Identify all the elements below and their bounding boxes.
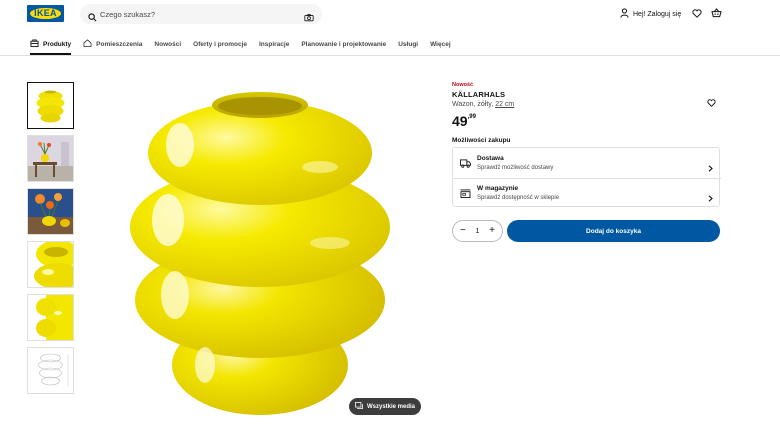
- size-link[interactable]: 22 cm: [495, 101, 514, 108]
- product-description: Wazon, żółty, 22 cm: [452, 101, 514, 108]
- nav-item-inspiracje[interactable]: Inspiracje: [259, 41, 289, 48]
- truck-icon: [460, 155, 471, 173]
- purchase-options-title: Możliwości zakupu: [452, 137, 511, 144]
- thumbnail-5[interactable]: [27, 294, 74, 341]
- heart-icon: [692, 5, 702, 23]
- add-to-cart-button[interactable]: Dodaj do koszyka: [507, 220, 720, 242]
- cart-icon: [711, 5, 722, 23]
- nav-item-oferty[interactable]: Oferty i promocje: [193, 41, 247, 48]
- quantity-value: 1: [475, 227, 480, 235]
- delivery-option[interactable]: Dostawa Sprawdź możliwość dostawy: [453, 148, 721, 178]
- delivery-title: Dostawa: [477, 155, 504, 162]
- thumbnail-3[interactable]: [27, 188, 74, 235]
- logo-text: IKEA: [34, 8, 57, 18]
- chevron-right-icon: [708, 159, 713, 177]
- thumbnail-1[interactable]: [27, 82, 74, 129]
- nav-divider: [0, 55, 780, 56]
- decrease-quantity-button[interactable]: −: [460, 226, 466, 236]
- nav-label: Pomieszczenia: [96, 40, 143, 48]
- vase-illustration: [130, 92, 390, 415]
- nav-item-produkty[interactable]: Produkty: [30, 39, 71, 49]
- thumbnail-closeup-image: [28, 242, 73, 287]
- main-nav: Produkty Pomieszczenia Nowości Oferty i …: [30, 36, 463, 52]
- thumbnail-4[interactable]: [27, 241, 74, 288]
- heart-icon: [707, 94, 716, 111]
- new-badge: Nowość: [452, 82, 474, 88]
- ikea-logo[interactable]: IKEA: [27, 5, 64, 22]
- nav-label: Nowości: [154, 40, 182, 48]
- login-link[interactable]: Hej! Zaloguj się: [620, 7, 681, 21]
- cart-button[interactable]: [711, 7, 722, 21]
- favourites-button[interactable]: [692, 7, 702, 21]
- nav-item-nowosci[interactable]: Nowości: [154, 41, 181, 48]
- quantity-stepper[interactable]: − 1 +: [452, 220, 503, 242]
- product-main-image[interactable]: [80, 75, 440, 420]
- nav-label: Więcej: [430, 40, 451, 48]
- search-bar[interactable]: [80, 4, 322, 24]
- home-icon: [83, 39, 92, 49]
- nav-item-pomieszczenia[interactable]: Pomieszczenia: [83, 39, 142, 49]
- add-to-favourites-button[interactable]: [707, 94, 716, 112]
- description-text: Wazon, żółty,: [452, 101, 496, 108]
- thumbnail-vase-image: [28, 83, 73, 128]
- price-integer: 49: [452, 113, 468, 129]
- search-icon: [88, 9, 97, 27]
- delivery-subtitle: Sprawdź możliwość dostawy: [477, 165, 554, 171]
- nav-label: Inspiracje: [258, 40, 290, 48]
- in-store-subtitle: Sprawdź dostępność w sklepie: [477, 195, 560, 201]
- purchase-options: Dostawa Sprawdź możliwość dostawy W maga…: [452, 147, 721, 208]
- in-store-title: W magazynie: [477, 185, 519, 192]
- store-icon: [460, 185, 471, 203]
- chevron-right-icon: [708, 189, 713, 207]
- camera-icon[interactable]: [304, 9, 314, 27]
- all-media-label: Wszystkie media: [366, 403, 416, 410]
- shop-icon: [30, 39, 39, 49]
- product-name: KÄLLARHALS: [452, 90, 506, 99]
- all-media-button[interactable]: Wszystkie media: [349, 398, 421, 415]
- product-price: 49,99: [452, 113, 476, 131]
- search-input[interactable]: [100, 4, 290, 24]
- nav-item-uslugi[interactable]: Usługi: [398, 41, 418, 48]
- increase-quantity-button[interactable]: +: [489, 226, 495, 236]
- nav-item-wiecej[interactable]: Więcej: [430, 41, 451, 48]
- nav-label: Usługi: [398, 40, 419, 48]
- thumbnail-6[interactable]: [27, 347, 74, 394]
- thumbnail-drawing-image: [28, 348, 73, 393]
- thumbnail-2[interactable]: [27, 135, 74, 182]
- nav-label: Oferty i promocje: [193, 40, 247, 48]
- nav-item-planowanie[interactable]: Planowanie i projektowanie: [301, 41, 386, 48]
- nav-label: Planowanie i projektowanie: [301, 40, 387, 48]
- gallery-icon: [355, 402, 363, 411]
- thumbnail-flowers-image: [28, 189, 73, 234]
- user-icon: [620, 8, 629, 20]
- price-decimal: ,99: [467, 114, 476, 120]
- login-label: Hej! Zaloguj się: [633, 10, 682, 18]
- in-store-option[interactable]: W magazynie Sprawdź dostępność w sklepie: [453, 178, 721, 208]
- nav-label: Produkty: [43, 40, 72, 48]
- thumbnail-detail-image: [28, 295, 73, 340]
- thumbnail-room-image: [28, 136, 73, 181]
- site-header: IKEA Hej! Zaloguj się: [0, 0, 780, 30]
